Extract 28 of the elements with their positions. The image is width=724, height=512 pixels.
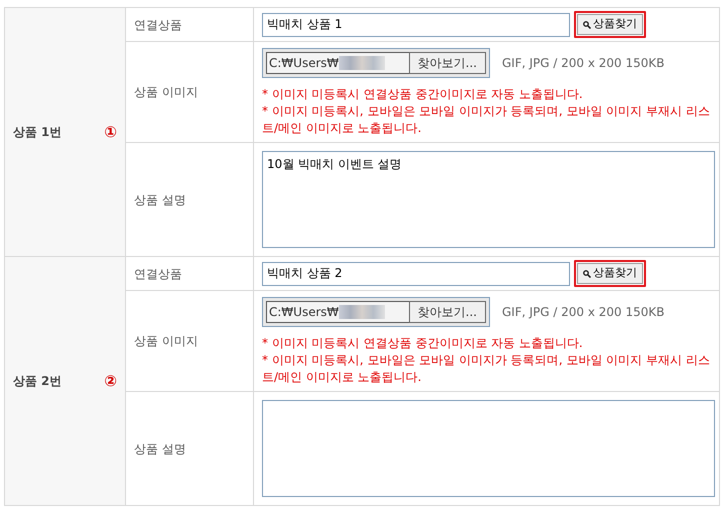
search-button[interactable]: 상품찾기 xyxy=(574,260,646,287)
field-label: 연결상품 xyxy=(134,18,182,32)
description-field[interactable]: 10월 빅매치 이벤트 설명 xyxy=(262,151,715,248)
redacted-mark xyxy=(338,56,385,70)
notice-text: * 이미지 미등록시, 모바일은 모바일 이미지가 등록되며, 모바일 이미지 부재시 리스트/메인 이미지로 노출됩니다. xyxy=(262,352,711,386)
circled-number: ② xyxy=(104,370,117,392)
field-label: 연결상품 xyxy=(134,266,182,280)
notice-text: * 이미지 미등록시, 모바일은 모바일 이미지가 등록되며, 모바일 이미지 부재시 리스트/메인 이미지로 노출됩니다. xyxy=(262,102,711,136)
field-label: 상품 이미지 xyxy=(134,85,198,99)
search-button[interactable]: 상품찾기 xyxy=(574,11,646,38)
file-input[interactable]: C:₩Users₩ 찾아보기... xyxy=(262,296,490,326)
notice-text: * 이미지 미등록시 연결상품 중간이미지로 자동 노출됩니다. xyxy=(262,334,584,352)
section-label: 상품 2번 xyxy=(13,373,62,390)
field-label: 상품 이미지 xyxy=(134,334,198,348)
notice-text: * 이미지 미등록시 연결상품 중간이미지로 자동 노출됩니다. xyxy=(262,86,584,102)
field-label: 상품 설명 xyxy=(134,442,186,456)
description-field[interactable] xyxy=(262,400,715,497)
file-hint: GIF, JPG / 200 x 200 150KB xyxy=(502,54,664,72)
section-label: 상품 1번 xyxy=(13,124,62,141)
redacted-mark xyxy=(338,304,385,318)
file-hint: GIF, JPG / 200 x 200 150KB xyxy=(502,304,664,320)
file-input[interactable]: C:₩Users₩ 찾아보기... xyxy=(262,48,490,78)
circled-number: ① xyxy=(104,122,117,143)
text-field[interactable]: 빅매치 상품 2 xyxy=(262,262,570,286)
search-icon xyxy=(583,270,591,278)
text-field[interactable]: 빅매치 상품 1 xyxy=(262,12,570,36)
field-label: 상품 설명 xyxy=(134,192,186,206)
search-icon xyxy=(583,20,591,28)
